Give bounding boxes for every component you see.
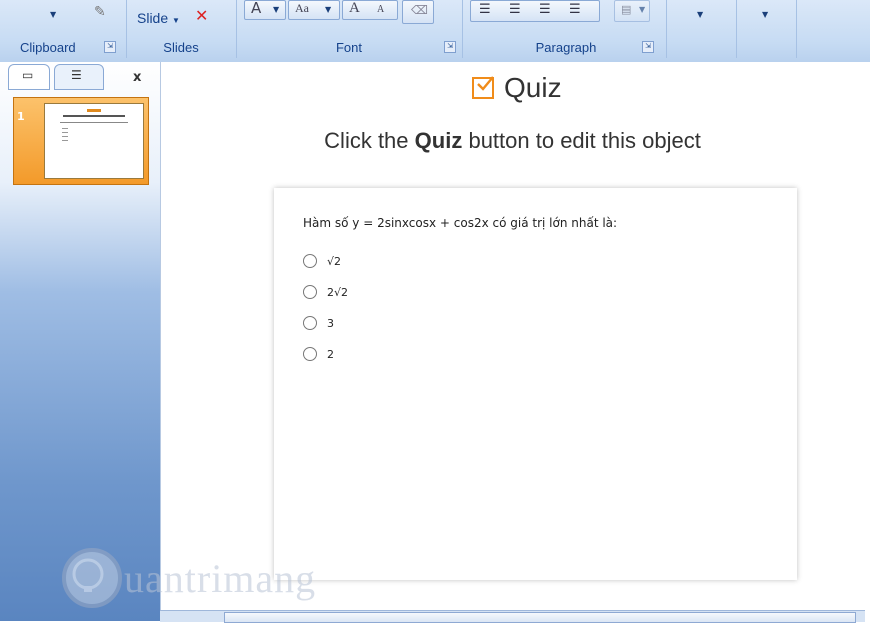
change-case-dropdown-icon[interactable]: ▼	[325, 5, 331, 14]
quiz-title-text: Quiz	[504, 72, 562, 103]
quiz-title: Quiz	[472, 70, 562, 106]
watermark-logo-icon	[62, 548, 122, 608]
delete-slide-icon[interactable]: ✕	[195, 6, 208, 25]
columns-button[interactable]: ▤ ▼	[614, 0, 650, 22]
columns-icon: ▤	[621, 3, 632, 16]
drawing-group: ▼	[666, 0, 737, 58]
justify-icon[interactable]: ☰	[569, 2, 581, 17]
quiz-checkbox-icon	[472, 76, 494, 99]
thumb-option	[62, 128, 68, 129]
paragraph-label: Paragraph	[535, 40, 597, 55]
answer-label: 2	[327, 347, 334, 361]
radio-button[interactable]	[303, 285, 317, 299]
font-launcher-icon[interactable]: ⇲	[444, 41, 456, 53]
align-left-icon[interactable]: ☰	[479, 2, 491, 17]
instruction-text: Click the Quiz button to edit this objec…	[160, 128, 865, 154]
font-color-dropdown-icon[interactable]: ▼	[273, 5, 279, 14]
grow-font-button[interactable]: A	[349, 0, 360, 17]
font-color-icon: A	[251, 0, 262, 17]
change-case-button[interactable]: Aa ▼	[288, 0, 340, 20]
instruction-prefix: Click the	[324, 128, 409, 153]
thumb-option	[62, 136, 68, 137]
editing-group: ▼	[738, 0, 797, 58]
tab-outline[interactable]: ☰	[54, 64, 104, 90]
scrollbar-thumb[interactable]	[224, 612, 856, 623]
radio-button[interactable]	[303, 347, 317, 361]
answer-option[interactable]: 2	[303, 347, 334, 361]
font-group: A ▼ Aa ▼ A A ⌫ Font ⇲	[236, 0, 463, 58]
question-text: Hàm số y = 2sinxcosx + cos2x có giá trị …	[303, 216, 618, 230]
format-painter-icon[interactable]: ✎	[94, 4, 106, 20]
quiz-card[interactable]: Hàm số y = 2sinxcosx + cos2x có giá trị …	[274, 188, 797, 580]
thumb-title	[87, 109, 101, 112]
watermark-text: uantrimang	[124, 555, 317, 601]
drawing-dropdown-icon[interactable]: ▼	[697, 10, 703, 19]
font-color-button[interactable]: A ▼	[244, 0, 286, 20]
shrink-font-button[interactable]: A	[377, 4, 384, 15]
tab-slides[interactable]: ▭	[8, 64, 50, 90]
slide-thumbnail-item[interactable]: 1	[13, 97, 149, 185]
answer-label: 3	[327, 316, 334, 330]
radio-button[interactable]	[303, 254, 317, 268]
slide-number: 1	[17, 110, 25, 123]
answer-option[interactable]: 2√2	[303, 285, 348, 299]
change-case-label: Aa	[295, 1, 309, 15]
outline-tab-icon: ☰	[71, 68, 82, 82]
align-center-icon[interactable]: ☰	[509, 2, 521, 17]
panel-close-icon[interactable]: x	[133, 70, 141, 85]
align-right-icon[interactable]: ☰	[539, 2, 551, 17]
thumb-question	[60, 122, 128, 123]
font-label: Font	[335, 40, 362, 55]
slides-group: Slide ▼ ✕ Slides	[126, 0, 237, 58]
clipboard-group: ▼ ✎ Clipboard ⇲	[8, 0, 127, 58]
instruction-suffix: button to edit this object	[468, 128, 701, 153]
new-slide-button[interactable]: Slide ▼	[137, 10, 180, 26]
paste-dropdown-icon[interactable]: ▼	[50, 10, 56, 19]
ribbon: ▼ ✎ Clipboard ⇲ Slide ▼ ✕ Slides A ▼ Aa …	[0, 0, 870, 63]
right-edge	[865, 62, 870, 621]
columns-dropdown-icon[interactable]: ▼	[639, 5, 645, 14]
slides-label: Slides	[163, 40, 199, 55]
clipboard-launcher-icon[interactable]: ⇲	[104, 41, 116, 53]
editing-dropdown-icon[interactable]: ▼	[762, 10, 768, 19]
thumb-instruction	[63, 115, 125, 117]
alignment-buttons: ☰ ☰ ☰ ☰	[470, 0, 600, 22]
instruction-quiz-word: Quiz	[414, 128, 463, 153]
answer-label: √2	[327, 254, 342, 268]
slides-tab-icon: ▭	[22, 68, 34, 82]
paragraph-group: ☰ ☰ ☰ ☰ ▤ ▼ Paragraph ⇲	[466, 0, 667, 58]
font-size-buttons: A A	[342, 0, 398, 20]
answer-option[interactable]: √2	[303, 254, 341, 268]
paragraph-launcher-icon[interactable]: ⇲	[642, 41, 654, 53]
thumb-option	[62, 140, 68, 141]
thumb-option	[62, 132, 68, 133]
clear-formatting-icon: ⌫	[411, 3, 428, 17]
answer-option[interactable]: 3	[303, 316, 334, 330]
answer-label: 2√2	[327, 285, 349, 299]
clear-formatting-button[interactable]: ⌫	[402, 0, 434, 24]
slide-thumbnail[interactable]	[44, 103, 144, 179]
watermark: uantrimang	[62, 548, 316, 608]
new-slide-label: Slide	[137, 10, 169, 26]
radio-button[interactable]	[303, 316, 317, 330]
